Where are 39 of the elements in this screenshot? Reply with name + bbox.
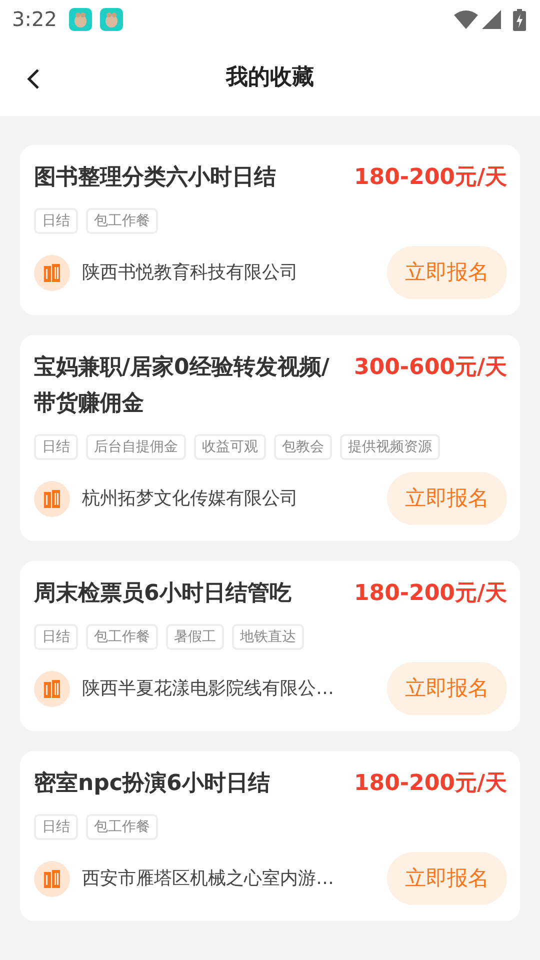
back-icon[interactable] — [26, 66, 40, 90]
job-tag: 地铁直达 — [232, 624, 304, 650]
job-title: 宝妈兼职/居家0经验转发视频/带货赚佣金 — [34, 354, 330, 418]
job-tag: 日结 — [34, 434, 78, 460]
battery-icon — [513, 7, 526, 31]
building-icon — [34, 860, 70, 896]
salary: 180-200元/天 — [354, 580, 507, 608]
job-tag: 收益可观 — [194, 434, 266, 460]
job-tag: 提供视频资源 — [340, 434, 440, 460]
job-tag: 日结 — [34, 208, 78, 234]
job-tag: 暑假工 — [166, 624, 224, 650]
company-name: 杭州拓梦文化传媒有限公司 — [82, 487, 299, 511]
company-name: 陕西半夏花漾电影院线有限公… — [82, 677, 335, 701]
status-time: 3:22 — [12, 6, 57, 33]
app-icon — [68, 8, 92, 30]
job-title: 周末检票员6小时日结管吃 — [34, 580, 292, 608]
job-tag: 包工作餐 — [86, 814, 158, 840]
job-title: 密室npc扮演6小时日结 — [34, 770, 270, 798]
job-card[interactable]: 图书整理分类六小时日结 180-200元/天 日结 包工作餐 陕西书悦教育科技有限公司 立即报名 — [20, 145, 520, 315]
building-icon — [34, 480, 70, 516]
job-card[interactable]: 周末检票员6小时日结管吃 180-200元/天 日结 包工作餐 暑假工 地铁直达 陕西半夏花漾电影院线有限公… 立即报名 — [20, 561, 520, 731]
salary: 300-600元/天 — [354, 354, 507, 382]
job-card[interactable]: 宝妈兼职/居家0经验转发视频/带货赚佣金 300-600元/天 日结 后台自提佣金 收益可观 包教会 提供视频资源 杭州拓梦文化传媒有限公司 立即报名 — [20, 335, 520, 541]
job-tag: 后台自提佣金 — [86, 434, 186, 460]
job-title: 图书整理分类六小时日结 — [34, 164, 276, 192]
job-tag: 包工作餐 — [86, 624, 158, 650]
job-tag: 日结 — [34, 814, 78, 840]
job-tag: 包工作餐 — [86, 208, 158, 234]
salary: 180-200元/天 — [354, 770, 507, 798]
app-icon — [100, 8, 123, 30]
company-name: 陕西书悦教育科技有限公司 — [82, 261, 299, 285]
building-icon — [34, 670, 70, 706]
company-name: 西安市雁塔区机械之心室内游… — [82, 867, 335, 891]
job-tag: 包教会 — [274, 434, 332, 460]
job-tag: 日结 — [34, 624, 78, 650]
salary: 180-200元/天 — [354, 164, 507, 192]
building-icon — [34, 254, 70, 290]
job-card[interactable]: 密室npc扮演6小时日结 180-200元/天 日结 包工作餐 西安市雁塔区机械之心室内游… 立即报名 — [20, 751, 520, 921]
page-title: 我的收藏 — [226, 64, 314, 92]
